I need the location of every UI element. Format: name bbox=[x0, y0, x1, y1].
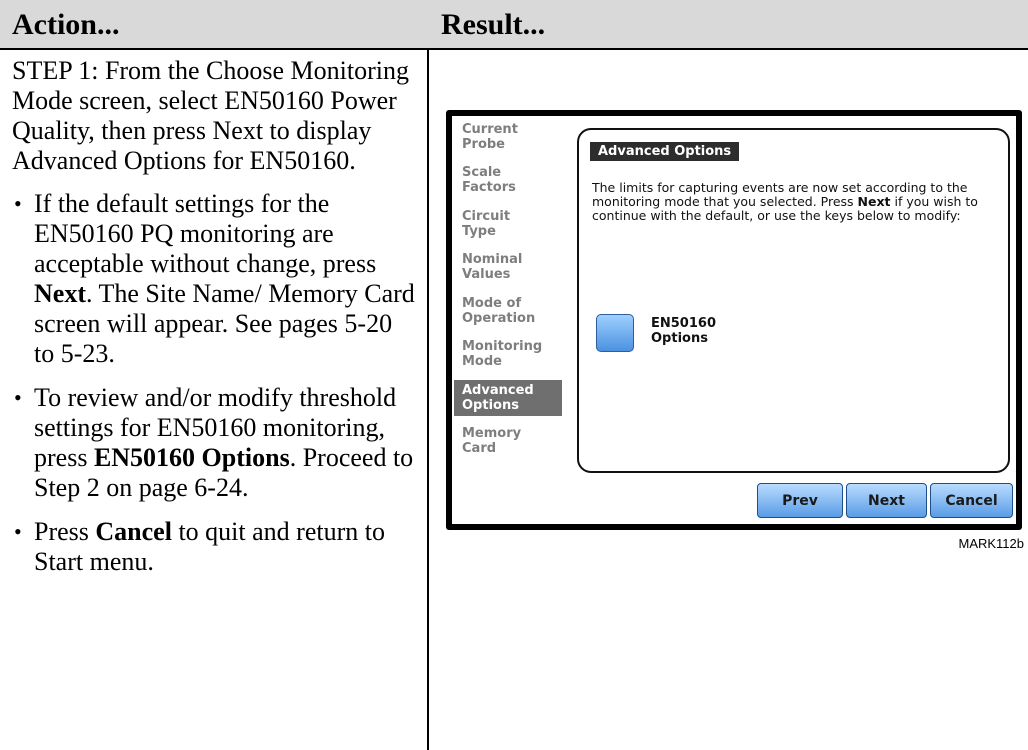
sidebar-item-scale-factors[interactable]: Scale Factors bbox=[454, 165, 562, 195]
panel-text-bold: Next bbox=[857, 194, 891, 209]
step-text: STEP 1: From the Choose Monitoring Mode … bbox=[12, 56, 409, 175]
sidebar-item-label: Factors bbox=[462, 180, 516, 195]
sidebar-item-label: Memory bbox=[462, 426, 522, 441]
bullet-text: Press bbox=[34, 517, 96, 546]
sidebar-item-label: Probe bbox=[462, 137, 505, 152]
sidebar-item-monitoring-mode[interactable]: Monitoring Mode bbox=[454, 339, 562, 369]
sidebar-item-label: Scale bbox=[462, 165, 502, 180]
bullet-text: . The Site Name/ Memory Card screen will… bbox=[34, 279, 415, 368]
sidebar-item-label: Mode of bbox=[462, 296, 522, 311]
sidebar-item-memory-card[interactable]: Memory Card bbox=[454, 426, 562, 456]
sidebar-item-label: Operation bbox=[462, 311, 536, 326]
bullet-text: If the default settings for the EN50160 … bbox=[34, 189, 377, 278]
option-label-line: EN50160 bbox=[651, 316, 716, 331]
bullet-item: To review and/or modify threshold settin… bbox=[12, 383, 416, 503]
bullet-list: If the default settings for the EN50160 … bbox=[12, 189, 416, 577]
sidebar-item-current-probe[interactable]: Current Probe bbox=[454, 122, 562, 152]
sidebar-item-label: Mode bbox=[462, 354, 502, 369]
panel-description: The limits for capturing events are now … bbox=[592, 181, 1004, 223]
column-divider bbox=[427, 0, 429, 750]
option-label-line: Options bbox=[651, 331, 708, 346]
advanced-options-panel: Advanced Options The limits for capturin… bbox=[577, 128, 1010, 473]
sidebar-item-mode-of-operation[interactable]: Mode of Operation bbox=[454, 296, 562, 326]
cancel-button[interactable]: Cancel bbox=[930, 483, 1013, 518]
header-result: Result... bbox=[441, 8, 546, 41]
sidebar-item-label: Type bbox=[462, 224, 496, 239]
sidebar-item-nominal-values[interactable]: Nominal Values bbox=[454, 252, 562, 282]
en50160-options-button[interactable] bbox=[596, 314, 634, 352]
sidebar-item-label: Nominal bbox=[462, 252, 523, 267]
device-screenshot: Current Probe Scale Factors Circuit Type No… bbox=[446, 110, 1022, 530]
device-screen: Current Probe Scale Factors Circuit Type No… bbox=[452, 116, 1016, 524]
bullet-bold: Next bbox=[34, 279, 86, 308]
bullet-item: Press Cancel to quit and return to Start… bbox=[12, 517, 416, 577]
sidebar-item-label: Current bbox=[462, 122, 518, 137]
sidebar-item-label: Card bbox=[462, 441, 497, 456]
header-action: Action... bbox=[12, 8, 120, 41]
en50160-options-label: EN50160 Options bbox=[651, 316, 716, 346]
sidebar-item-label: Values bbox=[462, 267, 511, 282]
sidebar-item-advanced-options[interactable]: Advanced Options bbox=[454, 380, 562, 416]
prev-button[interactable]: Prev bbox=[757, 483, 843, 518]
next-button[interactable]: Next bbox=[846, 483, 927, 518]
bullet-bold: Cancel bbox=[95, 517, 172, 546]
figure-label: MARK112b bbox=[958, 536, 1024, 551]
sidebar-item-label: Monitoring bbox=[462, 339, 543, 354]
bullet-bold: EN50160 Options bbox=[93, 443, 290, 472]
table-header: Action... Result... bbox=[0, 0, 1028, 50]
sidebar-item-label: Circuit bbox=[462, 209, 511, 224]
sidebar-item-label: Advanced bbox=[462, 383, 534, 398]
action-column: STEP 1: From the Choose Monitoring Mode … bbox=[12, 56, 416, 591]
panel-title: Advanced Options bbox=[590, 142, 740, 161]
setup-sidebar: Current Probe Scale Factors Circuit Type No… bbox=[454, 120, 565, 524]
sidebar-item-circuit-type[interactable]: Circuit Type bbox=[454, 209, 562, 239]
sidebar-item-label: Options bbox=[462, 398, 519, 413]
bullet-item: If the default settings for the EN50160 … bbox=[12, 189, 416, 369]
